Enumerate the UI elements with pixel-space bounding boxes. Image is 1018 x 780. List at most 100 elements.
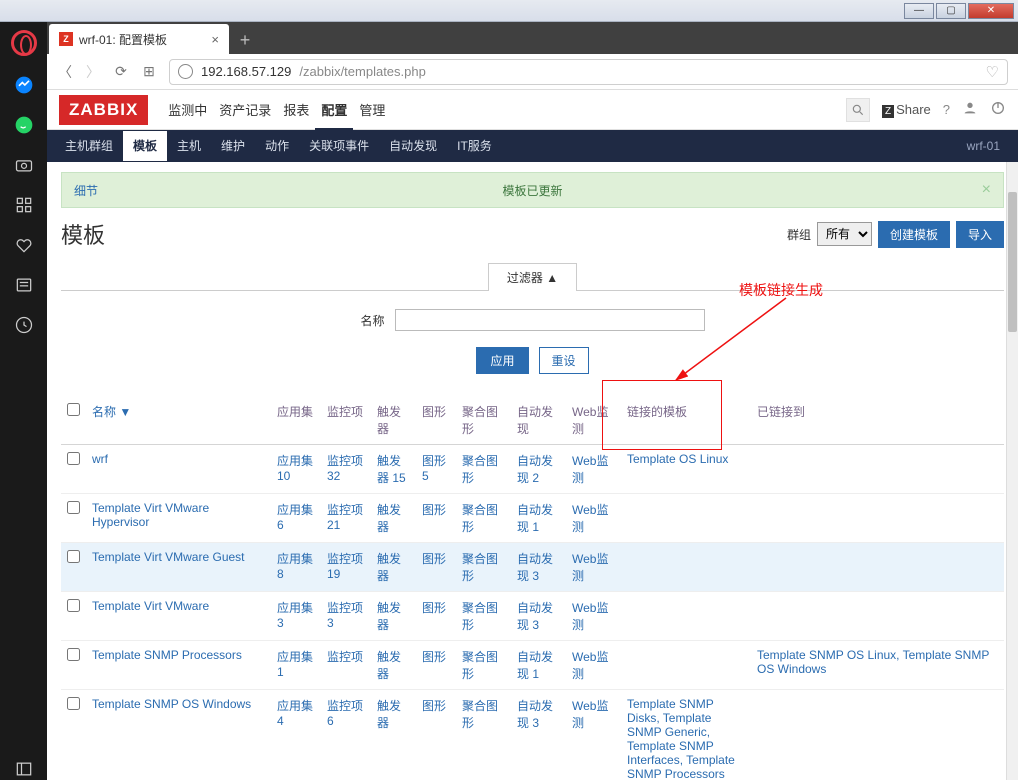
subnav-item-3[interactable]: 维护 (211, 131, 255, 161)
browser-tab[interactable]: Z wrf-01: 配置模板 × (49, 24, 229, 54)
col-header-4[interactable]: 触发器 (371, 396, 416, 445)
apps-link[interactable]: 应用集 6 (277, 503, 313, 532)
zabbix-logo[interactable]: ZABBIX (59, 95, 148, 125)
row-checkbox[interactable] (67, 648, 80, 661)
speed-dial-icon[interactable] (13, 194, 35, 216)
apps-link[interactable]: 应用集 8 (277, 552, 313, 581)
screens-link[interactable]: 聚合图形 (462, 699, 498, 730)
disc-link[interactable]: 自动发现 1 (517, 650, 553, 681)
scrollbar-thumb[interactable] (1008, 192, 1017, 332)
triggers-link[interactable]: 触发器 (377, 552, 401, 583)
scrollbar[interactable] (1006, 162, 1018, 780)
graphs-link[interactable]: 图形 (422, 650, 446, 664)
linked-template-link[interactable]: Template OS Linux (627, 452, 728, 466)
col-header-3[interactable]: 监控项 (321, 396, 371, 445)
disc-link[interactable]: 自动发现 3 (517, 601, 553, 632)
row-checkbox[interactable] (67, 452, 80, 465)
graphs-link[interactable]: 图形 (422, 503, 446, 517)
template-name-link[interactable]: Template Virt VMware Hypervisor (92, 501, 209, 529)
triggers-link[interactable]: 触发器 (377, 503, 401, 534)
col-header-9[interactable]: 链接的模板 (621, 396, 751, 445)
template-name-link[interactable]: Template Virt VMware Guest (92, 550, 245, 564)
row-checkbox[interactable] (67, 501, 80, 514)
graphs-link[interactable]: 图形 5 (422, 454, 446, 483)
share-link[interactable]: ZShare (882, 102, 931, 117)
triggers-link[interactable]: 触发器 (377, 650, 401, 681)
template-name-link[interactable]: Template SNMP OS Windows (92, 697, 251, 711)
camera-icon[interactable] (13, 154, 35, 176)
row-checkbox[interactable] (67, 697, 80, 710)
forward-button[interactable]: 〉 (85, 64, 101, 80)
web-link[interactable]: Web监测 (572, 503, 608, 534)
reload-button[interactable]: ⟳ (113, 64, 129, 80)
subnav-item-0[interactable]: 主机群组 (55, 131, 123, 161)
col-header-8[interactable]: Web监测 (566, 396, 621, 445)
template-name-link[interactable]: Template Virt VMware (92, 599, 209, 613)
power-icon[interactable] (990, 100, 1006, 119)
web-link[interactable]: Web监测 (572, 601, 608, 632)
web-link[interactable]: Web监测 (572, 454, 608, 485)
col-header-5[interactable]: 图形 (416, 396, 456, 445)
linked-template-link[interactable]: Template SNMP Disks, Template SNMP Gener… (627, 697, 735, 780)
group-select[interactable]: 所有 (817, 222, 872, 246)
disc-link[interactable]: 自动发现 1 (517, 503, 553, 534)
help-icon[interactable]: ? (943, 102, 950, 117)
new-tab-button[interactable]: + (231, 26, 259, 54)
whatsapp-icon[interactable] (13, 114, 35, 136)
items-link[interactable]: 监控项 19 (327, 552, 363, 581)
close-button[interactable]: ✕ (968, 3, 1014, 19)
triggers-link[interactable]: 触发器 (377, 699, 401, 730)
select-all-checkbox[interactable] (67, 403, 80, 416)
items-link[interactable]: 监控项 32 (327, 454, 363, 483)
subnav-item-5[interactable]: 关联项事件 (299, 131, 379, 161)
web-link[interactable]: Web监测 (572, 552, 608, 583)
filter-name-input[interactable] (395, 309, 705, 331)
col-header-7[interactable]: 自动发现 (511, 396, 566, 445)
col-header-1[interactable]: 名称 ▼ (86, 396, 271, 445)
messenger-icon[interactable] (13, 74, 35, 96)
maximize-button[interactable]: ▢ (936, 3, 966, 19)
filter-reset-button[interactable]: 重设 (539, 347, 589, 374)
main-tab-0[interactable]: 监测中 (162, 93, 213, 131)
disc-link[interactable]: 自动发现 3 (517, 699, 553, 730)
web-link[interactable]: Web监测 (572, 699, 608, 730)
apps-link[interactable]: 应用集 4 (277, 699, 313, 728)
user-icon[interactable] (962, 100, 978, 119)
apps-link[interactable]: 应用集 10 (277, 454, 313, 483)
main-tab-3[interactable]: 配置 (315, 93, 353, 131)
tab-close-icon[interactable]: × (211, 32, 219, 47)
triggers-link[interactable]: 触发器 (377, 601, 401, 632)
graphs-link[interactable]: 图形 (422, 601, 446, 615)
subnav-item-7[interactable]: IT服务 (447, 131, 502, 161)
disc-link[interactable]: 自动发现 2 (517, 454, 553, 485)
main-tab-2[interactable]: 报表 (277, 93, 315, 131)
create-template-button[interactable]: 创建模板 (878, 221, 950, 248)
linked-to-link[interactable]: Template SNMP OS Linux, Template SNMP OS… (757, 648, 989, 676)
screens-link[interactable]: 聚合图形 (462, 601, 498, 632)
col-header-10[interactable]: 已链接到 (751, 396, 1004, 445)
col-header-6[interactable]: 聚合图形 (456, 396, 511, 445)
disc-link[interactable]: 自动发现 3 (517, 552, 553, 583)
items-link[interactable]: 监控项 21 (327, 503, 363, 532)
main-tab-1[interactable]: 资产记录 (213, 93, 277, 131)
filter-apply-button[interactable]: 应用 (476, 347, 528, 374)
col-header-2[interactable]: 应用集 (271, 396, 321, 445)
apps-link[interactable]: 应用集 3 (277, 601, 313, 630)
filter-toggle[interactable]: 过滤器 ▲ (488, 263, 577, 291)
import-button[interactable]: 导入 (956, 221, 1004, 248)
screens-link[interactable]: 聚合图形 (462, 454, 498, 485)
heart-icon[interactable] (13, 234, 35, 256)
minimize-button[interactable]: — (904, 3, 934, 19)
alert-close-icon[interactable]: × (982, 181, 991, 199)
news-icon[interactable] (13, 274, 35, 296)
history-icon[interactable] (13, 314, 35, 336)
subnav-item-1[interactable]: 模板 (123, 131, 167, 161)
triggers-link[interactable]: 触发器 15 (377, 454, 406, 485)
web-link[interactable]: Web监测 (572, 650, 608, 681)
subnav-item-6[interactable]: 自动发现 (379, 131, 447, 161)
row-checkbox[interactable] (67, 550, 80, 563)
url-input[interactable]: 192.168.57.129/zabbix/templates.php ♡ (169, 59, 1008, 85)
template-name-link[interactable]: wrf (92, 452, 108, 466)
search-button[interactable] (846, 98, 870, 122)
items-link[interactable]: 监控项 3 (327, 601, 363, 630)
